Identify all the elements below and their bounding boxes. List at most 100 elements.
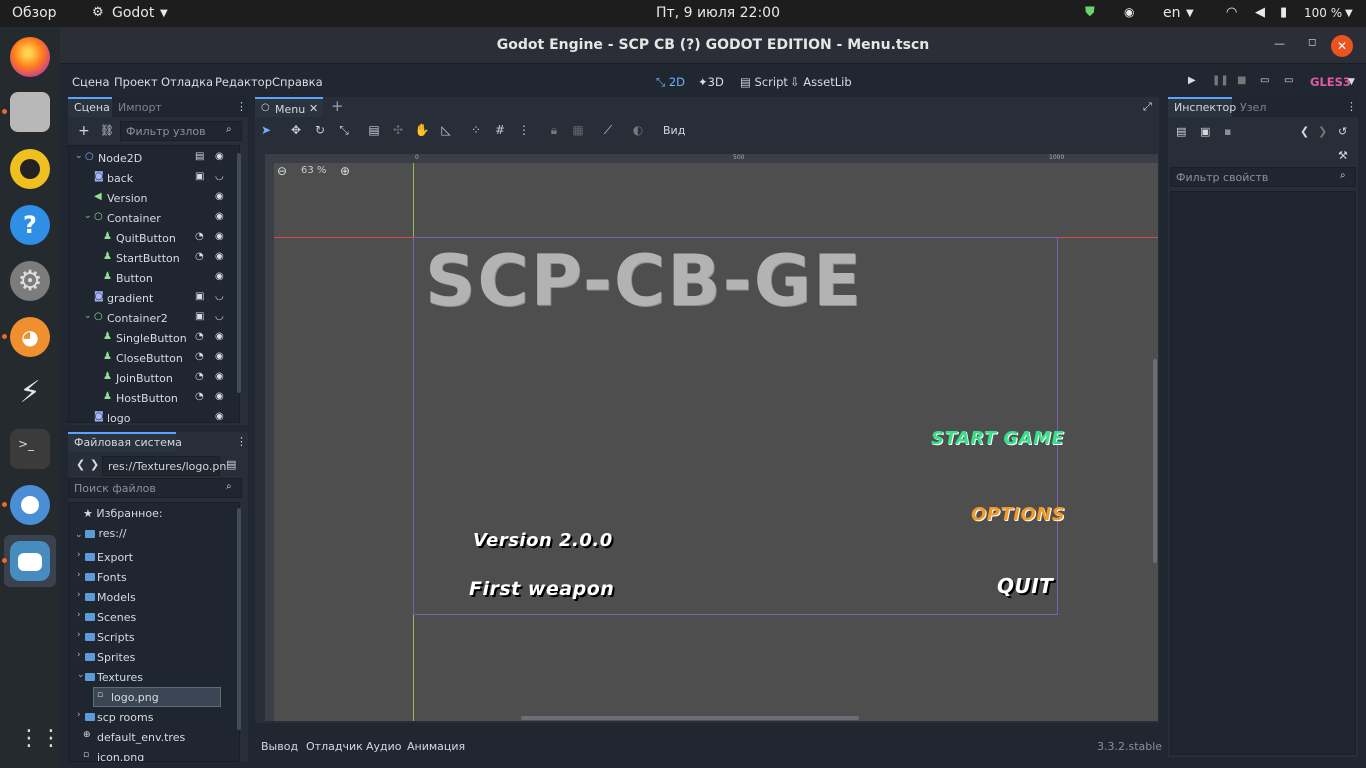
quit-button[interactable]: QUIT [997, 574, 1053, 598]
bone-icon[interactable]: ⟋ [599, 121, 617, 139]
tab-scene[interactable]: Сцена [74, 101, 110, 114]
zoom-in-icon[interactable]: ⊕ [340, 164, 350, 178]
add-tab-icon[interactable]: + [331, 97, 344, 115]
settings-icon[interactable]: ⚙ [10, 261, 50, 301]
kebab-menu-icon[interactable]: ⋮ [1346, 100, 1357, 113]
group-icon[interactable]: ▦ [569, 121, 587, 139]
pivot-tool-icon[interactable]: ✣ [389, 121, 407, 139]
visibility-eye-icon[interactable]: ◡ [215, 171, 224, 182]
scene-tree-row[interactable]: ⌄ ○ Container2 ◡ ▣ [69, 308, 237, 328]
forward-arrow-icon[interactable]: ❯ [90, 458, 99, 471]
chevron-down-icon[interactable]: ⌄ [84, 211, 92, 221]
visibility-eye-icon[interactable]: ◉ [215, 251, 224, 262]
activities-button[interactable]: Обзор [12, 5, 57, 21]
signal-icon[interactable]: ◔ [195, 351, 204, 362]
chevron-down-icon[interactable]: ▼ [1348, 77, 1355, 87]
keyboard-layout[interactable]: en [1163, 5, 1181, 21]
wifi-icon[interactable]: ◠ [1226, 5, 1237, 20]
file-tree-row[interactable]: › scp rooms [69, 707, 237, 727]
tools-icon[interactable]: ⚒ [1338, 149, 1348, 162]
battery-icon[interactable]: ▮ [1280, 5, 1287, 20]
add-node-icon[interactable]: + [78, 123, 90, 139]
chromium-icon[interactable] [10, 485, 50, 525]
visibility-eye-icon[interactable]: ◉ [215, 411, 224, 422]
file-tree-row[interactable]: › Fonts [69, 567, 237, 587]
chevron-down-icon[interactable]: ⌄ [75, 151, 83, 161]
smart-snap-icon[interactable]: ⁘ [467, 121, 485, 139]
lock-icon[interactable]: 🔒︎ [545, 121, 563, 139]
lock-icon[interactable]: ▣ [195, 171, 204, 182]
visibility-eye-icon[interactable]: ◉ [215, 191, 224, 202]
zoom-level[interactable]: 63 % [301, 165, 326, 176]
view-menu[interactable]: Вид [663, 124, 685, 137]
menu-help[interactable]: Справка [272, 75, 323, 89]
close-button[interactable]: ✕ [1331, 35, 1353, 57]
snap-options-icon[interactable]: ⋮ [515, 121, 533, 139]
maximize-button[interactable]: ◻ [1308, 37, 1316, 48]
mode-3d-button[interactable]: ✦3D [698, 75, 724, 89]
scene-tree-row[interactable]: ⌄ ○ Container ◉ [69, 208, 237, 228]
mode-assetlib-button[interactable]: ⇩ AssetLib [790, 75, 852, 89]
visibility-eye-icon[interactable]: ◉ [215, 211, 224, 222]
file-tree-row[interactable]: › Export [69, 547, 237, 567]
fullscreen-icon[interactable]: ⤢ [1143, 100, 1152, 114]
game-logo[interactable]: SCP-CB-GE [425, 240, 863, 322]
firefox-icon[interactable] [10, 37, 50, 77]
visibility-eye-icon[interactable]: ◉ [215, 231, 224, 242]
chevron-down-icon[interactable]: ⌄ [77, 670, 85, 680]
favorites-row[interactable]: ★ Избранное: [83, 507, 163, 527]
options-button[interactable]: OPTIONS [971, 504, 1065, 525]
signal-icon[interactable]: ◔ [195, 331, 204, 342]
show-apps-icon[interactable]: ⋮⋮⋮ [18, 727, 84, 751]
history-forward-icon[interactable]: ❯ [1318, 125, 1327, 138]
menu-scene[interactable]: Сцена [72, 75, 110, 89]
signal-icon[interactable]: ◔ [195, 371, 204, 382]
visibility-eye-icon[interactable]: ◉ [215, 331, 224, 342]
list-select-icon[interactable]: ▤ [365, 121, 383, 139]
close-icon[interactable]: ✕ [309, 102, 318, 115]
chevron-down-icon[interactable]: ⌄ [84, 311, 92, 321]
horizontal-scrollbar[interactable] [521, 716, 859, 720]
chevron-down-icon[interactable]: ▼ [1345, 8, 1353, 19]
tab-output[interactable]: Вывод [261, 740, 298, 753]
signal-icon[interactable]: ◔ [195, 231, 204, 242]
visibility-eye-icon[interactable]: ◉ [215, 351, 224, 362]
scene-tree-row[interactable]: ◀ Version ◉ [69, 188, 237, 208]
scene-tree-row[interactable]: ◙ back ◡ ▣ [69, 168, 237, 188]
tab-inspector[interactable]: Инспектор [1174, 101, 1236, 114]
menu-editor[interactable]: Редактор [215, 75, 272, 89]
chevron-right-icon[interactable]: › [77, 570, 81, 580]
tab-audio[interactable]: Аудио [366, 740, 402, 753]
pause-icon[interactable]: ❚❚ [1212, 75, 1229, 86]
grid-snap-icon[interactable]: # [491, 121, 509, 139]
save-resource-icon[interactable]: ▪ [1224, 125, 1231, 138]
path-field[interactable]: res://Textures/logo.pn [102, 456, 226, 476]
minimize-button[interactable]: — [1274, 37, 1285, 50]
file-search-input[interactable]: Поиск файлов [68, 478, 242, 498]
file-tree-row[interactable]: › Models [69, 587, 237, 607]
new-resource-icon[interactable]: ▤ [1176, 125, 1186, 138]
tab-node[interactable]: Узел [1240, 101, 1266, 114]
link-icon[interactable]: ⛓ [100, 124, 114, 137]
godot-icon[interactable] [10, 541, 50, 581]
scene-tree-scrollbar[interactable] [237, 153, 241, 393]
history-back-icon[interactable]: ❮ [1300, 125, 1309, 138]
file-tree-row[interactable]: › Sprites [69, 647, 237, 667]
terminal-icon[interactable]: >_ [10, 429, 50, 469]
res-root-row[interactable]: ⌄ res:// [75, 527, 126, 547]
lock-icon[interactable]: ▣ [195, 291, 204, 302]
chevron-right-icon[interactable]: › [77, 550, 81, 560]
history-icon[interactable]: ↺ [1338, 125, 1347, 138]
scene-tree-row[interactable]: ♟ CloseButton ◉ ◔ [69, 348, 237, 368]
split-view-icon[interactable]: ▤ [226, 458, 236, 471]
chevron-right-icon[interactable]: › [77, 590, 81, 600]
mode-2d-button[interactable]: ⤡ 2D [656, 75, 685, 90]
property-filter-input[interactable]: Фильтр свойств [1170, 167, 1356, 187]
vertical-scrollbar[interactable] [1153, 359, 1157, 563]
play-icon[interactable]: ▶ [1188, 75, 1196, 86]
scene-tree-row[interactable]: ♟ Button ◉ [69, 268, 237, 288]
scene-tree-row[interactable]: ♟ HostButton ◉ ◔ [69, 388, 237, 408]
chevron-right-icon[interactable]: › [77, 710, 81, 720]
shield-icon[interactable]: ⛊ [1085, 5, 1095, 20]
visibility-eye-icon[interactable]: ◡ [215, 311, 224, 322]
